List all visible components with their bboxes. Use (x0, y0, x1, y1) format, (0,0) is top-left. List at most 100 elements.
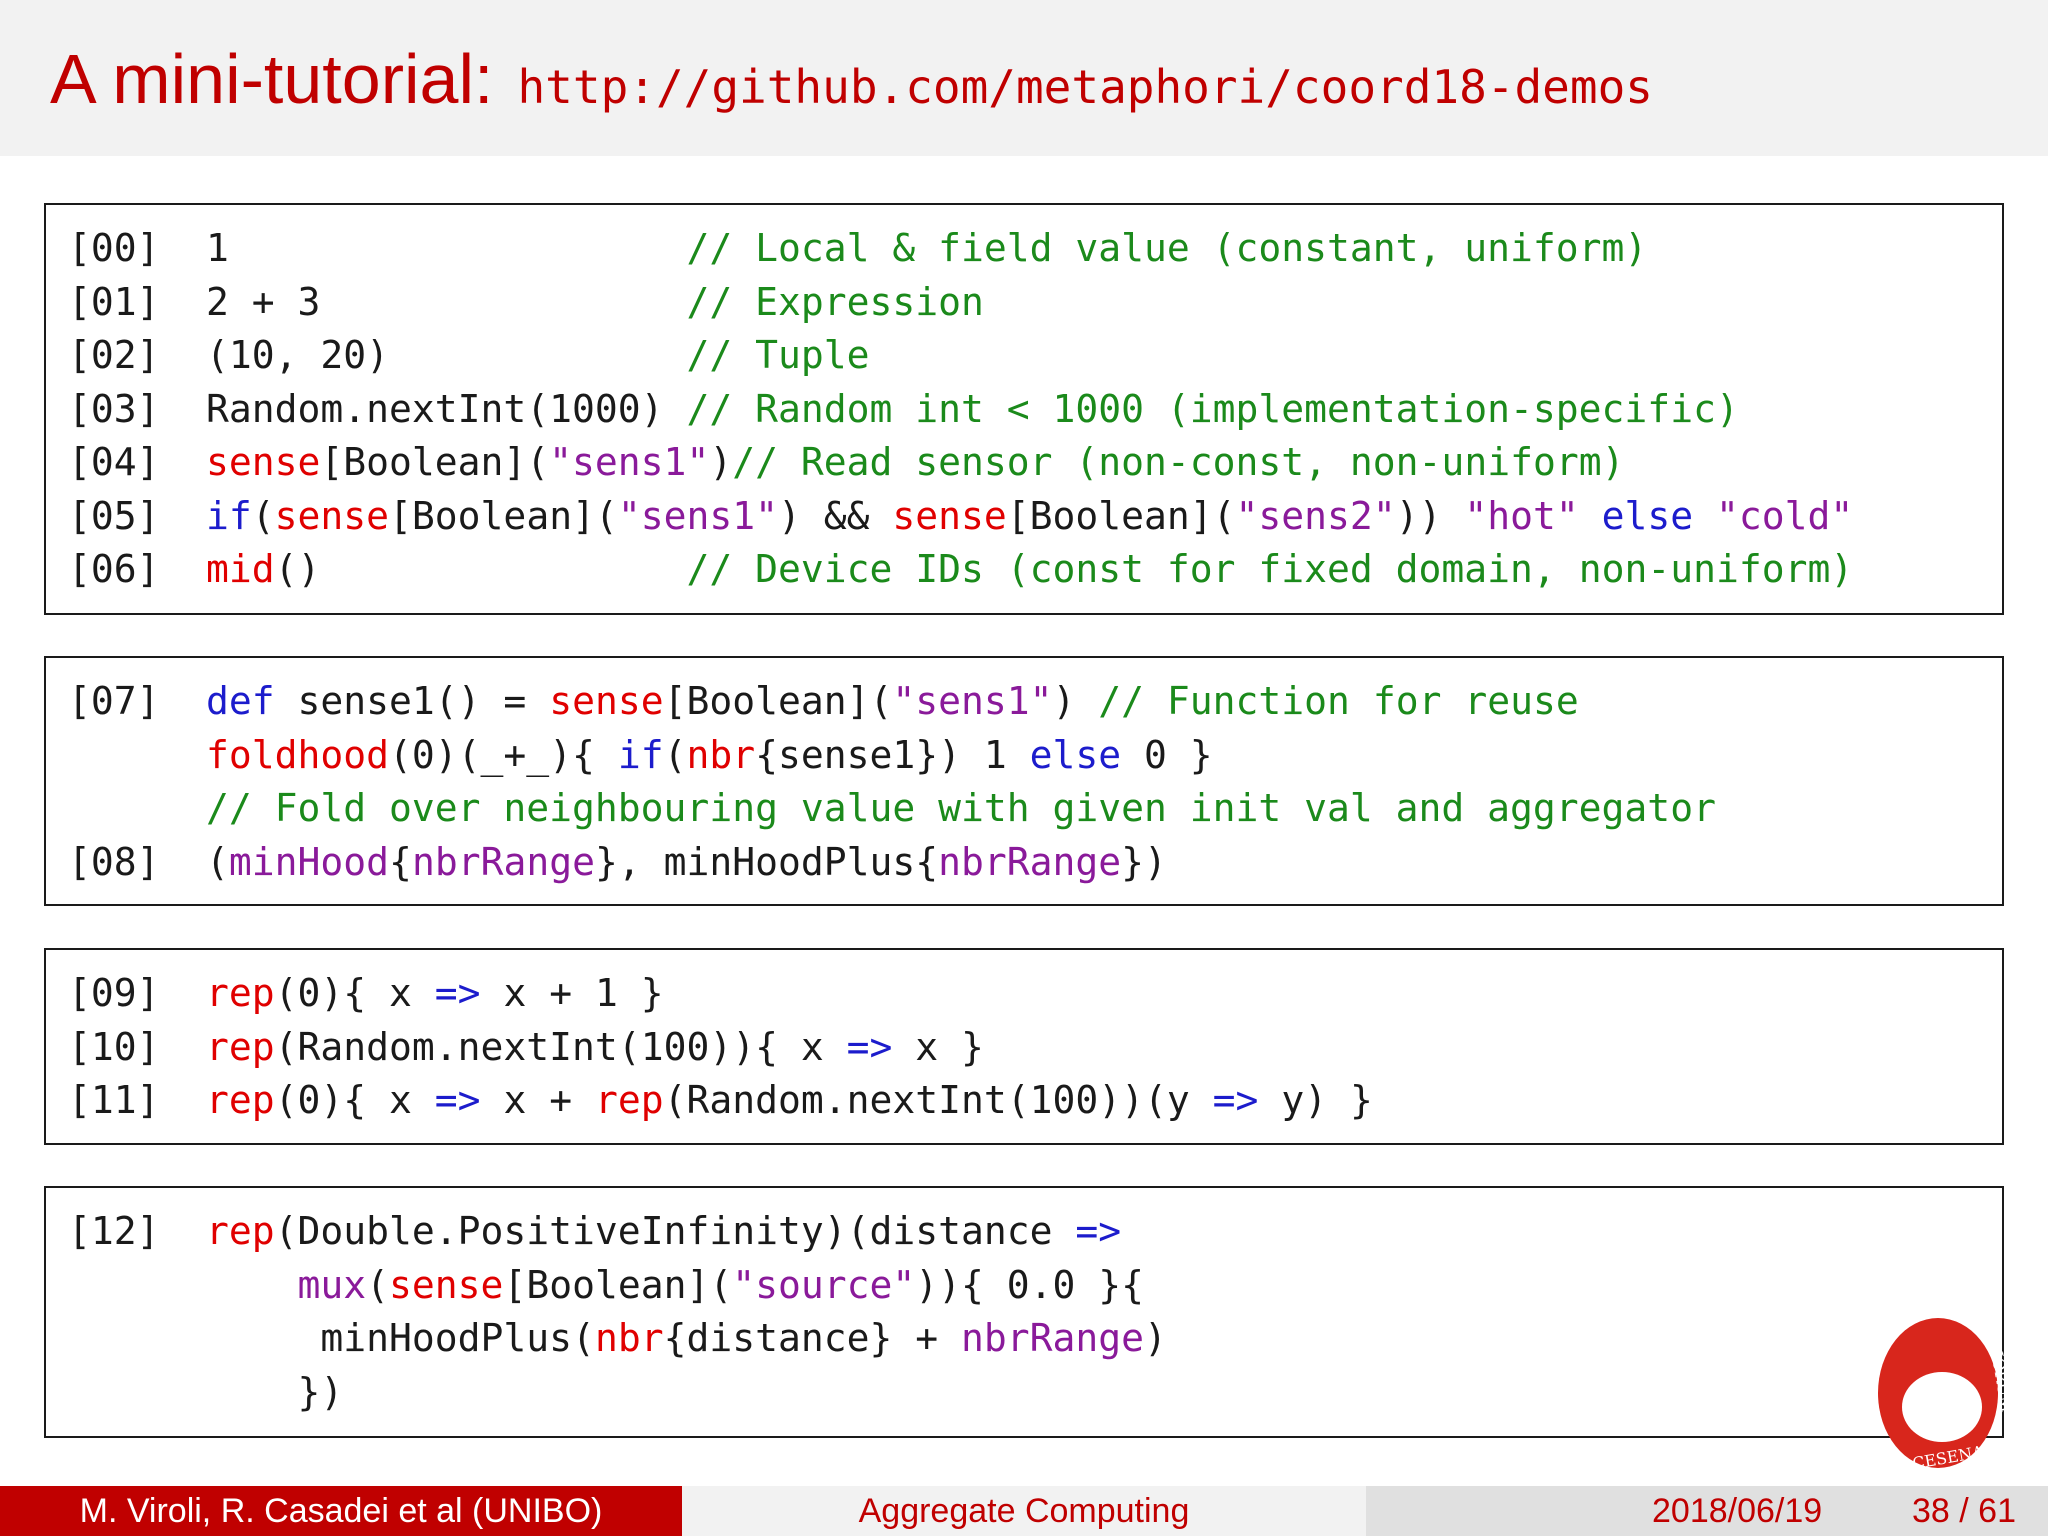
code-token-builtin: foldhood (206, 732, 390, 777)
code-token-keyword: => (1075, 1209, 1122, 1253)
code-line: [03] Random.nextInt(1000) // Random int <… (68, 384, 1739, 434)
code-token-plain: ) (709, 440, 733, 484)
code-token-call: nbrRange (961, 1316, 1145, 1360)
line-number: [12] (68, 1209, 160, 1253)
code-token-plain: minHoodPlus( (206, 1316, 595, 1360)
code-token-plain: 1 (206, 226, 687, 270)
code-line: [12] rep(Double.PositiveInfinity)(distanc… (68, 1206, 1121, 1256)
code-token-string: "cold" (1716, 493, 1854, 538)
code-token-comment: // Expression (686, 279, 984, 324)
code-token-plain: {sense1}) 1 (755, 732, 1030, 777)
code-token-plain: 0 } (1121, 732, 1213, 777)
line-number: [05] (68, 493, 160, 538)
footer-talk-title: Aggregate Computing (682, 1486, 1366, 1536)
code-token-plain: 2 + 3 (206, 279, 687, 324)
code-token-string: "hot" (1464, 493, 1579, 538)
code-token-builtin: sense (389, 1262, 504, 1307)
code-token-comment: // Local & field value (constant, unifor… (686, 226, 1648, 270)
code-token-comment: // Function for reuse (1098, 679, 1579, 723)
slide-title: A mini-tutorial: http://github.com/metaph… (50, 44, 1653, 114)
code-token-keyword: => (434, 971, 481, 1015)
code-token-plain: [Boolean]( (389, 493, 618, 538)
code-token-plain: Random.nextInt(1000) (206, 386, 687, 431)
footer-meta: 2018/06/19 38 / 61 (1366, 1486, 2048, 1536)
line-number: [07] (68, 679, 160, 723)
code-token-builtin: sense (892, 493, 1007, 538)
code-token-keyword: else (1601, 493, 1694, 538)
code-token-keyword: else (1029, 732, 1122, 777)
title-url-link[interactable]: http://github.com/metaphori/coord18-demo… (517, 60, 1652, 114)
code-block-gradient: [12] rep(Double.PositiveInfinity)(distanc… (44, 1186, 2004, 1438)
code-token-builtin: rep (206, 1024, 275, 1069)
footer-page-number: 38 / 61 (1912, 1492, 2016, 1530)
code-token-comment: // Random int < 1000 (implementation-spe… (686, 386, 1739, 431)
code-token-keyword: if (617, 732, 664, 777)
code-token-builtin: rep (594, 1078, 664, 1122)
line-number: [04] (68, 440, 160, 484)
code-token-string: "sens1" (617, 493, 778, 538)
code-token-plain: x + 1 } (480, 971, 664, 1015)
line-number: [03] (68, 386, 160, 431)
footer-authors: M. Viroli, R. Casadei et al (UNIBO) (0, 1486, 682, 1536)
code-line: [07] def sense1() = sense[Boolean]("sens1… (68, 676, 1579, 726)
code-token-plain: () (274, 547, 687, 591)
code-token-keyword: if (206, 493, 252, 538)
code-token-plain: [Boolean]( (1006, 493, 1236, 538)
line-number: [09] (68, 971, 160, 1015)
code-token-plain: ( (663, 732, 687, 777)
code-token-string: "sens2" (1235, 493, 1396, 538)
title-text: A mini-tutorial: (50, 40, 494, 118)
code-token-plain: y) } (1258, 1078, 1373, 1122)
line-number: [01] (68, 279, 160, 324)
code-line: mux(sense[Boolean]("source")){ 0.0 }{ (68, 1260, 1145, 1310)
code-token-plain: {distance} + (663, 1316, 961, 1360)
code-token-builtin: nbr (594, 1316, 664, 1360)
code-token-plain: (0)(_+_){ (389, 732, 618, 777)
code-token-plain: (0){ x (274, 1078, 435, 1122)
seal-center (1902, 1372, 1982, 1442)
code-token-builtin: mid (206, 547, 275, 591)
code-token-plain: ) (1144, 1316, 1167, 1360)
code-line: [11] rep(0){ x => x + rep(Random.nextInt(… (68, 1075, 1373, 1125)
code-token-string: "sens1" (549, 440, 710, 484)
code-token-call: minHood (228, 839, 390, 884)
code-token-call: nbrRange (938, 839, 1122, 884)
code-token-string: "sens1" (892, 679, 1053, 723)
code-line: [00] 1 // Local & field value (constant, … (68, 223, 1647, 273)
code-token-comment: // Tuple (686, 333, 870, 377)
code-token-plain: }) (1121, 839, 1167, 884)
code-token-string: "source" (732, 1262, 916, 1307)
code-token-keyword: => (1212, 1078, 1259, 1122)
code-line: [01] 2 + 3 // Expression (68, 277, 984, 327)
code-token-plain: ( (251, 493, 275, 538)
code-line: [05] if(sense[Boolean]("sens1") && sense[… (68, 491, 1853, 541)
code-token-builtin: rep (206, 1209, 275, 1253)
code-token-plain: ( (206, 839, 229, 884)
code-token-keyword: => (434, 1078, 481, 1122)
code-token-comment: // Read sensor (non-const, non-uniform) (732, 440, 1625, 484)
code-token-plain: { (389, 839, 412, 884)
code-token-plain: x } (892, 1024, 984, 1069)
code-line: minHoodPlus(nbr{distance} + nbrRange) (68, 1313, 1167, 1363)
code-token-builtin: rep (206, 1078, 275, 1122)
code-token-comment: // Fold over neighbouring value with giv… (206, 786, 1716, 830)
code-token-builtin: sense (206, 440, 321, 484)
code-block-functions: [07] def sense1() = sense[Boolean]("sens1… (44, 656, 2004, 906)
code-token-plain: ) (1052, 679, 1099, 723)
code-token-plain: )) (1395, 493, 1465, 538)
code-token-plain: (Random.nextInt(100))(y (663, 1078, 1213, 1122)
code-token-builtin: rep (206, 971, 275, 1015)
slide-footer: M. Viroli, R. Casadei et al (UNIBO) Aggr… (0, 1486, 2048, 1536)
code-token-keyword: def (206, 679, 275, 723)
code-token-plain: (Random.nextInt(100)){ x (274, 1024, 847, 1069)
code-token-plain: ( (366, 1262, 390, 1307)
code-token-plain: }) (206, 1369, 344, 1414)
slide-header: A mini-tutorial: http://github.com/metaph… (0, 0, 2048, 156)
code-token-plain: (10, 20) (206, 333, 687, 377)
line-number: [11] (68, 1078, 160, 1122)
code-token-builtin: nbr (686, 732, 756, 777)
line-number: [06] (68, 547, 160, 591)
